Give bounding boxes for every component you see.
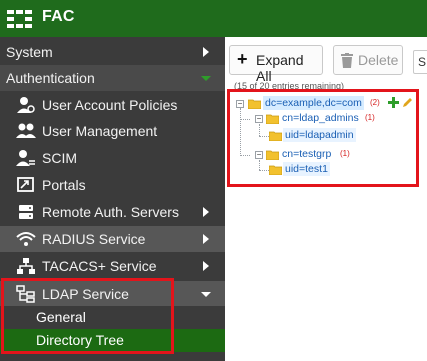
sidebar-item-radius-service[interactable]: RADIUS Service [0, 226, 225, 252]
sidebar-item-label: RADIUS Service [42, 231, 146, 247]
sidebar-item-tacacs-service[interactable]: TACACS+ Service [0, 253, 225, 279]
chevron-right-icon [203, 234, 209, 244]
search-input[interactable]: S [413, 50, 427, 74]
sidebar-item-label: TACACS+ Service [42, 258, 157, 274]
sidebar-item-remote-auth-servers[interactable]: Remote Auth. Servers [0, 199, 225, 225]
sidebar-section-system[interactable]: System [0, 39, 225, 65]
section-label: Authentication [6, 70, 95, 86]
sidebar-item-label: Remote Auth. Servers [42, 204, 179, 220]
expand-all-button[interactable]: + Expand All [229, 45, 323, 84]
sidebar-item-label: Portals [42, 177, 86, 193]
portal-icon [16, 176, 36, 194]
top-bar: FAC [0, 0, 427, 37]
chevron-right-icon [203, 261, 209, 271]
trash-icon [341, 53, 353, 68]
section-label: System [6, 44, 53, 60]
server-icon [16, 203, 36, 221]
highlight-box-tree [227, 89, 419, 187]
wifi-icon [16, 230, 36, 248]
plus-icon: + [237, 49, 248, 69]
network-icon [16, 257, 36, 275]
chevron-right-icon [203, 207, 209, 217]
delete-label: Delete [358, 52, 399, 68]
chevron-right-icon [203, 47, 209, 57]
chevron-down-icon [201, 292, 211, 297]
highlight-box-ldap [1, 278, 174, 354]
app-title: FAC [42, 8, 75, 25]
chevron-down-icon [201, 76, 211, 81]
fortinet-grid-icon [7, 10, 32, 28]
sidebar-section-authentication[interactable]: Authentication [0, 65, 225, 91]
delete-button[interactable]: Delete [333, 45, 403, 75]
expand-all-label: Expand All [256, 52, 304, 84]
